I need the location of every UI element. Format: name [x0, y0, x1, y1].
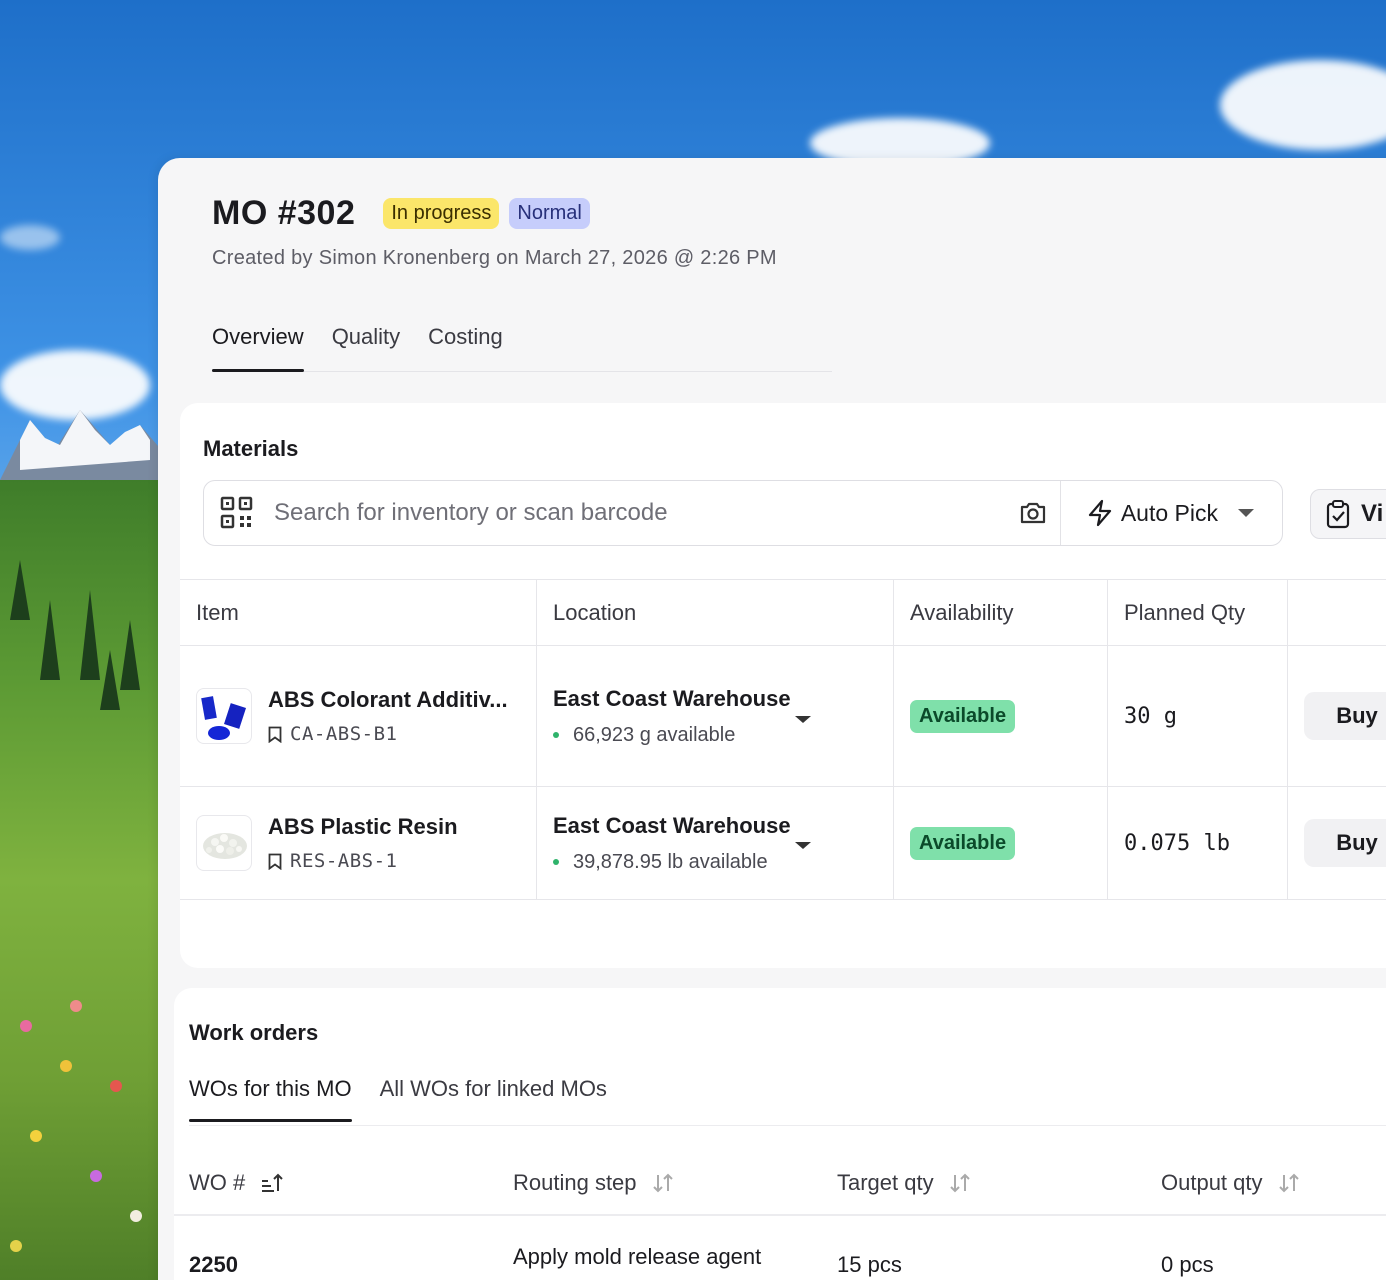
auto-pick-button[interactable]: Auto Pick: [1061, 481, 1282, 545]
status-dot-icon: [553, 859, 559, 865]
availability-badge: Available: [910, 826, 1016, 860]
work-orders-card: Work orders WOs for this MO All WOs for …: [174, 988, 1386, 1280]
location-name: East Coast Warehouse: [553, 685, 791, 711]
search-input[interactable]: [274, 499, 1018, 527]
page-title: MO #302: [212, 194, 356, 232]
sort-ascending-icon: [262, 1173, 283, 1192]
output-qty: 0 pcs: [1161, 1252, 1214, 1277]
tab-overview[interactable]: Overview: [212, 322, 304, 372]
status-dot-icon: [553, 732, 559, 738]
column-header-actions: [1288, 580, 1386, 645]
column-header-planned-qty[interactable]: Planned Qty: [1108, 580, 1288, 645]
location-available: 66,923 g available: [573, 723, 736, 746]
column-header-output-qty[interactable]: Output qty: [1161, 1170, 1301, 1196]
column-label: Routing step: [513, 1170, 637, 1195]
qr-code-icon[interactable]: [220, 496, 254, 530]
item-sku: RES-ABS-1: [290, 850, 398, 872]
tab-all-wos-linked[interactable]: All WOs for linked MOs: [380, 1066, 607, 1124]
work-orders-title: Work orders: [189, 1020, 319, 1045]
table-row: ABS Plastic Resin RES-ABS-1 East Coast W…: [180, 787, 1386, 900]
column-header-location[interactable]: Location: [537, 580, 894, 645]
buy-button[interactable]: Buy: [1304, 692, 1386, 740]
tab-quality[interactable]: Quality: [332, 322, 400, 368]
column-header-wo-number[interactable]: WO #: [189, 1170, 283, 1196]
materials-search-bar: Auto Pick: [203, 480, 1283, 546]
location-name: East Coast Warehouse: [553, 812, 791, 838]
planned-qty: 30 g: [1124, 703, 1177, 729]
routing-step: Apply mold release agent: [513, 1244, 762, 1269]
camera-icon[interactable]: [1018, 498, 1048, 528]
chevron-down-icon: [795, 842, 811, 849]
item-sku: CA-ABS-B1: [290, 723, 398, 745]
created-by-text: Created by Simon Kronenberg on March 27,…: [212, 247, 777, 269]
priority-badge: Normal: [509, 198, 590, 229]
column-header-availability[interactable]: Availability: [894, 580, 1108, 645]
mo-header: MO #302 In progress Normal Created by Si…: [212, 194, 777, 270]
target-qty: 15 pcs: [837, 1252, 902, 1277]
column-header-target-qty[interactable]: Target qty: [837, 1170, 972, 1196]
tab-wos-this-mo[interactable]: WOs for this MO: [189, 1066, 352, 1124]
item-thumbnail: [196, 815, 252, 871]
location-available: 39,878.95 lb available: [573, 850, 768, 873]
planned-qty: 0.075 lb: [1124, 830, 1230, 856]
view-button-label: Vi: [1361, 500, 1384, 527]
chevron-down-icon: [795, 716, 811, 723]
availability-badge: Available: [910, 699, 1016, 733]
lightning-icon: [1088, 499, 1111, 527]
work-orders-table-header: WO # Routing step Target qty Output qty: [174, 1148, 1386, 1216]
status-badge: In progress: [383, 198, 500, 229]
column-header-routing-step[interactable]: Routing step: [513, 1170, 675, 1196]
materials-table: Item Location Availability Planned Qty A…: [180, 579, 1386, 900]
item-name[interactable]: ABS Plastic Resin: [268, 814, 458, 840]
sort-icon: [1278, 1173, 1299, 1193]
item-thumbnail: [196, 688, 252, 744]
tab-costing[interactable]: Costing: [428, 322, 503, 368]
view-button[interactable]: Vi: [1310, 489, 1386, 539]
mo-detail-panel: MO #302 In progress Normal Created by Si…: [158, 158, 1386, 1280]
bookmark-icon: [268, 726, 282, 743]
buy-button[interactable]: Buy: [1304, 819, 1386, 867]
item-name[interactable]: ABS Colorant Additiv...: [268, 687, 508, 713]
column-label: WO #: [189, 1170, 246, 1195]
table-row: ABS Colorant Additiv... CA-ABS-B1 East C…: [180, 646, 1386, 787]
chevron-down-icon: [1238, 509, 1254, 517]
location-select[interactable]: East Coast Warehouse 66,923 g available: [537, 646, 894, 786]
column-header-item[interactable]: Item: [180, 580, 537, 645]
sort-icon: [949, 1173, 970, 1193]
clipboard-icon: [1326, 500, 1350, 529]
materials-card: Materials Search for inventory or scan b…: [180, 403, 1386, 968]
column-label: Output qty: [1161, 1170, 1263, 1195]
wo-number: 2250: [189, 1252, 238, 1277]
bookmark-icon: [268, 853, 282, 870]
auto-pick-label: Auto Pick: [1120, 499, 1218, 526]
mo-tabs: Overview Quality Costing: [212, 322, 832, 372]
column-label: Target qty: [837, 1170, 934, 1195]
location-select[interactable]: East Coast Warehouse 39,878.95 lb availa…: [537, 787, 894, 899]
sort-icon: [652, 1173, 673, 1193]
materials-title: Materials: [203, 436, 299, 461]
work-orders-tabs: WOs for this MO All WOs for linked MOs: [189, 1066, 1386, 1126]
